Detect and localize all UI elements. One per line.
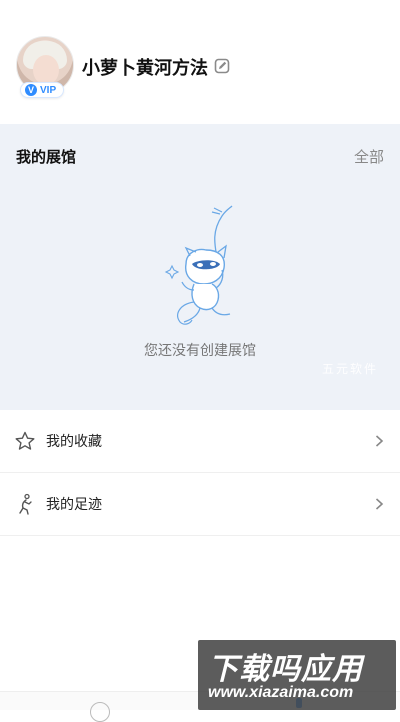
chevron-right-icon	[375, 498, 384, 510]
watermark-url: www.xiazaima.com	[208, 684, 354, 701]
vip-label: VIP	[40, 84, 57, 96]
menu-item-label: 我的收藏	[46, 434, 102, 450]
edit-icon[interactable]	[214, 58, 230, 74]
download-site-watermark: 下载吗应用 www.xiazaima.com	[198, 640, 396, 710]
tab-home-icon[interactable]	[90, 702, 110, 722]
gallery-title: 我的展馆	[16, 148, 77, 166]
menu-item-label: 我的足迹	[46, 497, 102, 513]
avatar-face	[33, 55, 59, 85]
empty-robot-illustration-icon	[164, 205, 233, 325]
star-icon	[15, 431, 35, 450]
gallery-watermark: 五元软件	[321, 362, 378, 376]
profile-header: V VIP 小萝卜黄河方法	[0, 0, 400, 124]
menu-item-favorites[interactable]: 我的收藏	[0, 410, 400, 473]
gallery-view-all-link[interactable]: 全部	[354, 146, 384, 167]
menu-list: 我的收藏 我的足迹	[0, 410, 400, 536]
footprint-icon	[19, 493, 32, 515]
empty-gallery-message: 您还没有创建展馆	[144, 343, 256, 359]
vip-mark-icon: V	[25, 84, 37, 96]
watermark-title: 下载吗应用	[208, 652, 363, 687]
username: 小萝卜黄河方法	[82, 58, 208, 79]
chevron-right-icon	[375, 435, 384, 447]
vip-badge: V VIP	[20, 82, 64, 98]
my-gallery-section: 我的展馆 全部 您还没有创建展馆 五元软件	[0, 124, 400, 410]
menu-item-footprints[interactable]: 我的足迹	[0, 473, 400, 536]
